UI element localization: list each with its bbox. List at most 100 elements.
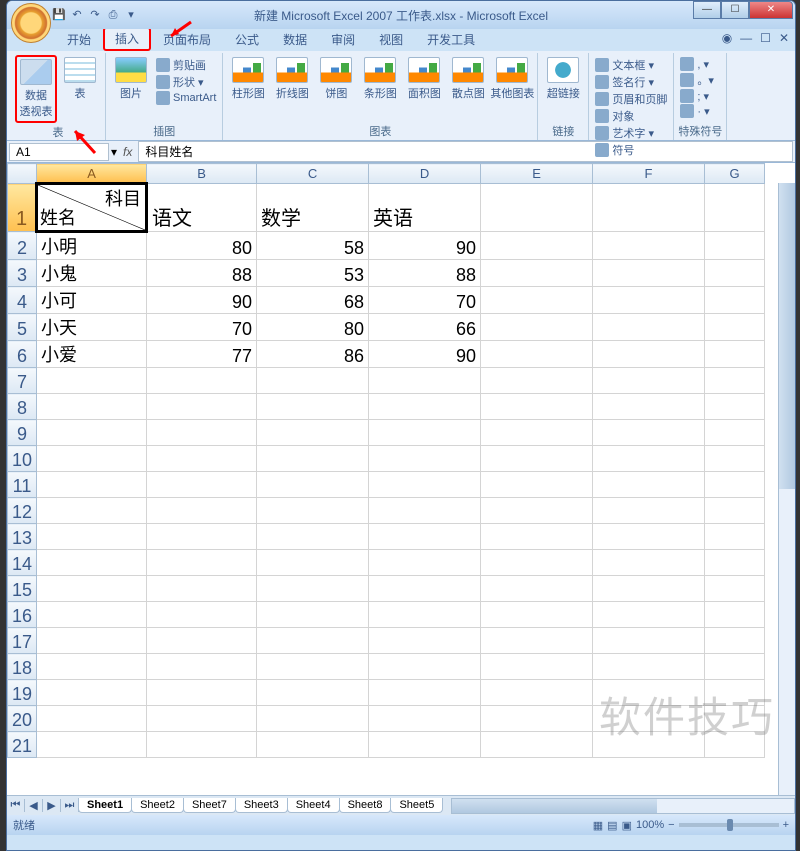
cell[interactable]: [257, 680, 369, 706]
cell[interactable]: [37, 524, 147, 550]
row-header-18[interactable]: 18: [8, 654, 37, 680]
cell[interactable]: [147, 420, 257, 446]
horizontal-scrollbar[interactable]: [451, 798, 795, 814]
sheet-tab-Sheet5[interactable]: Sheet5: [390, 798, 443, 813]
row-header-9[interactable]: 9: [8, 420, 37, 446]
cell[interactable]: 70: [147, 314, 257, 341]
cell[interactable]: [147, 524, 257, 550]
cell[interactable]: 90: [369, 232, 481, 260]
cell[interactable]: [481, 341, 593, 368]
cell[interactable]: [705, 602, 765, 628]
cell[interactable]: [369, 706, 481, 732]
cell[interactable]: 小可: [37, 287, 147, 314]
cell[interactable]: [593, 498, 705, 524]
cell[interactable]: [593, 368, 705, 394]
col-header-B[interactable]: B: [147, 164, 257, 184]
cell[interactable]: 小天: [37, 314, 147, 341]
row-header-14[interactable]: 14: [8, 550, 37, 576]
cell[interactable]: [37, 654, 147, 680]
cell[interactable]: [705, 394, 765, 420]
cell[interactable]: [705, 706, 765, 732]
cell[interactable]: [481, 368, 593, 394]
cell[interactable]: [481, 628, 593, 654]
formula-input[interactable]: 科目姓名: [138, 141, 793, 162]
cell[interactable]: [369, 680, 481, 706]
cell[interactable]: [481, 287, 593, 314]
cell[interactable]: [257, 576, 369, 602]
cell[interactable]: [369, 446, 481, 472]
cell[interactable]: [37, 368, 147, 394]
sheet-tab-Sheet4[interactable]: Sheet4: [287, 798, 340, 813]
cell[interactable]: [593, 706, 705, 732]
cell[interactable]: [257, 628, 369, 654]
cell[interactable]: [705, 732, 765, 758]
cell[interactable]: [369, 602, 481, 628]
cell-A1-active[interactable]: 科目姓名: [37, 184, 147, 232]
col-header-C[interactable]: C: [257, 164, 369, 184]
cell[interactable]: [593, 576, 705, 602]
cell[interactable]: [147, 602, 257, 628]
cell[interactable]: [593, 446, 705, 472]
cell[interactable]: [257, 654, 369, 680]
cell[interactable]: [481, 184, 593, 232]
fx-icon[interactable]: fx: [117, 145, 138, 159]
ribbon-tab-6[interactable]: 视图: [367, 29, 415, 51]
zoom-value[interactable]: 100%: [636, 819, 664, 831]
qat-redo-icon[interactable]: ↷: [87, 7, 103, 23]
ribbon-small-btn[interactable]: 。▾: [680, 72, 714, 88]
view-layout-icon[interactable]: ▤: [607, 819, 617, 832]
row-header-6[interactable]: 6: [8, 341, 37, 368]
cell[interactable]: [705, 550, 765, 576]
worksheet-grid[interactable]: ABCDEFG1科目姓名语文数学英语2小明8058903小鬼8853884小可9…: [7, 163, 795, 795]
cell[interactable]: [705, 420, 765, 446]
cell[interactable]: [705, 472, 765, 498]
ribbon-tab-7[interactable]: 开发工具: [415, 29, 487, 51]
cell[interactable]: [369, 524, 481, 550]
cell[interactable]: [481, 260, 593, 287]
sheet-nav-last-icon[interactable]: ⏭: [61, 799, 79, 812]
cell[interactable]: [593, 732, 705, 758]
view-normal-icon[interactable]: ▦: [593, 819, 603, 832]
ribbon-small-btn[interactable]: 签名行 ▾: [595, 74, 667, 90]
cell[interactable]: [369, 394, 481, 420]
cell[interactable]: [481, 706, 593, 732]
ribbon-tab-3[interactable]: 公式: [223, 29, 271, 51]
cell[interactable]: 77: [147, 341, 257, 368]
ribbon-min-icon[interactable]: —: [740, 31, 752, 45]
ribbon-btn-数据透视表[interactable]: 数据 透视表: [15, 55, 57, 123]
cell[interactable]: [481, 654, 593, 680]
ribbon-tab-5[interactable]: 审阅: [319, 29, 367, 51]
cell[interactable]: 53: [257, 260, 369, 287]
cell[interactable]: [593, 287, 705, 314]
ribbon-btn-图片[interactable]: 图片: [110, 55, 152, 122]
cell[interactable]: 80: [147, 232, 257, 260]
row-header-11[interactable]: 11: [8, 472, 37, 498]
ribbon-small-btn[interactable]: 剪贴画: [156, 57, 216, 73]
cell[interactable]: [705, 628, 765, 654]
cell[interactable]: [481, 732, 593, 758]
cell[interactable]: [481, 420, 593, 446]
cell[interactable]: [705, 446, 765, 472]
cell[interactable]: [257, 498, 369, 524]
cell[interactable]: [481, 550, 593, 576]
close-button[interactable]: ✕: [749, 1, 793, 19]
cell[interactable]: [257, 394, 369, 420]
ribbon-small-btn[interactable]: 对象: [595, 108, 667, 124]
ribbon-small-btn[interactable]: 艺术字 ▾: [595, 125, 667, 141]
cell[interactable]: [705, 260, 765, 287]
cell[interactable]: [369, 732, 481, 758]
cell[interactable]: [705, 524, 765, 550]
cell[interactable]: [37, 550, 147, 576]
cell[interactable]: [369, 550, 481, 576]
cell[interactable]: [593, 420, 705, 446]
cell[interactable]: [593, 472, 705, 498]
row-header-5[interactable]: 5: [8, 314, 37, 341]
cell[interactable]: 88: [369, 260, 481, 287]
cell[interactable]: 语文: [147, 184, 257, 232]
ribbon-btn-表[interactable]: 表: [59, 55, 101, 123]
cell[interactable]: [369, 576, 481, 602]
ribbon-btn-超链接[interactable]: 超链接: [542, 55, 584, 122]
cell[interactable]: [593, 232, 705, 260]
cell[interactable]: [147, 550, 257, 576]
cell[interactable]: [147, 654, 257, 680]
